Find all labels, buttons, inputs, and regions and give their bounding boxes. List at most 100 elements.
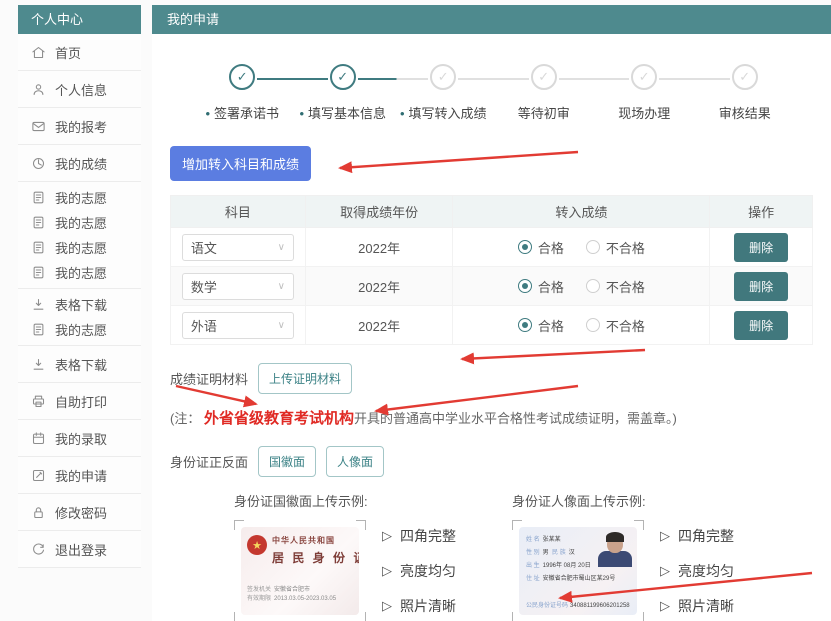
- chevron-down-icon: ∨: [277, 319, 285, 331]
- proof-material-row: 成绩证明材料 上传证明材料: [170, 363, 813, 394]
- radio-fail[interactable]: 不合格: [585, 238, 645, 257]
- subject-select[interactable]: 外语 ∨: [181, 311, 294, 339]
- step-bullet: •: [299, 106, 305, 121]
- page-title: 我的申请: [152, 5, 831, 34]
- card-validity-line: 有效期限 2013.03.05-2023.03.05: [247, 596, 337, 602]
- radio-pass[interactable]: 合格: [517, 277, 564, 296]
- sidebar-item-label: 表格下载: [55, 298, 108, 313]
- portrait-card-frame: 姓 名张某某 性 别男 民 族汉 出 生 1996年 08月 20日 住 址安徽省…: [512, 520, 644, 621]
- col-header-score: 转入成绩: [452, 195, 711, 228]
- delete-button[interactable]: 删除: [734, 271, 789, 301]
- national-emblem-icon: ★: [247, 535, 267, 555]
- doc-icon: [31, 190, 46, 205]
- sidebar-item-label: 自助打印: [55, 394, 108, 410]
- sidebar-item-label: 退出登录: [55, 542, 108, 558]
- sidebar-item-application[interactable]: 我的申请: [18, 457, 141, 494]
- sidebar-item-label: 我的录取: [55, 431, 108, 447]
- sidebar-item-admission[interactable]: 我的录取: [18, 420, 141, 457]
- download-icon: [31, 297, 46, 312]
- sidebar-item-volunteer-3[interactable]: 我的志愿: [18, 235, 141, 260]
- idcard-label: 身份证正反面: [170, 455, 249, 470]
- sidebar-item-label: 我的志愿: [55, 266, 108, 281]
- radio-selected-icon: [517, 240, 532, 254]
- sidebar-item-label: 表格下载: [55, 357, 108, 373]
- card-id-line: 公民身份证号码 340881199606201258: [526, 603, 630, 609]
- radio-unselected-icon: [585, 318, 600, 332]
- step-check-icon: ✓: [229, 64, 256, 90]
- doc-icon: [31, 322, 46, 337]
- step-label: 审核结果: [718, 106, 771, 121]
- step-check-icon: ✓: [430, 64, 457, 90]
- col-header-action: 操作: [709, 195, 813, 228]
- radio-selected-icon: [517, 279, 532, 293]
- sidebar-item-volunteer-1[interactable]: 我的志愿: [18, 185, 141, 210]
- sidebar-item-label: 首页: [55, 45, 82, 61]
- portrait-example-title: 身份证人像面上传示例:: [512, 494, 646, 509]
- sidebar-item-registration[interactable]: 我的报考: [18, 108, 141, 145]
- step-label: • 签署承诺书: [205, 106, 280, 121]
- step-check-icon: ✓: [631, 64, 658, 90]
- triangle-icon: ▷: [660, 598, 670, 613]
- main-content: 我的申请 ✓ • 签署承诺书 ✓ • 填写基本信息 ✓ • 填写转入成绩 ✓ 等…: [152, 5, 831, 621]
- chevron-down-icon: ∨: [277, 280, 285, 292]
- sidebar-item-label: 我的志愿: [55, 323, 108, 338]
- radio-fail[interactable]: 不合格: [585, 316, 645, 335]
- step-basic-info: ✓ • 填写基本信息: [293, 64, 428, 122]
- doc-icon: [31, 265, 46, 280]
- check-item: ▷ 四角完整: [660, 528, 734, 544]
- subject-select[interactable]: 语文 ∨: [181, 233, 294, 261]
- check-item: ▷ 亮度均匀: [660, 563, 734, 579]
- add-subject-button[interactable]: 增加转入科目和成绩: [170, 146, 312, 181]
- delete-button[interactable]: 删除: [734, 232, 789, 262]
- step-onsite-handling: ✓ 现场办理: [594, 64, 730, 122]
- upload-proof-button[interactable]: 上传证明材料: [258, 363, 353, 394]
- year-cell: 2022年: [304, 266, 454, 306]
- emblem-example-column: 身份证国徽面上传示例: ★ 中华人民共和国 居 民 身 份 证 签发机关 安徽省…: [234, 491, 526, 621]
- note-text: (注： 外省省级教育考试机构开具的普通高中学业水平合格性考试成绩证明，需盖章。): [170, 410, 677, 427]
- table-row: 语文 ∨ 2022年 合格 不合格 删除: [170, 227, 813, 267]
- idcard-emblem-image: ★ 中华人民共和国 居 民 身 份 证 签发机关 安徽省合肥市 有效期限 2013.…: [241, 527, 359, 615]
- radio-pass[interactable]: 合格: [517, 316, 564, 335]
- proof-material-label: 成绩证明材料: [170, 372, 249, 387]
- portrait-side-button[interactable]: 人像面: [326, 446, 385, 477]
- sidebar-item-change-password[interactable]: 修改密码: [18, 494, 141, 531]
- sidebar-title: 个人中心: [18, 5, 141, 34]
- subject-select[interactable]: 数学 ∨: [181, 272, 294, 300]
- sidebar-item-volunteer-5[interactable]: 我的志愿: [18, 317, 141, 342]
- idcard-row: 身份证正反面 国徽面 人像面: [170, 446, 813, 477]
- check-item: ▷ 四角完整: [382, 528, 456, 544]
- delete-button[interactable]: 删除: [734, 310, 789, 340]
- sidebar-item-volunteer-4[interactable]: 我的志愿: [18, 260, 141, 285]
- sidebar-item-volunteer-2[interactable]: 我的志愿: [18, 210, 141, 235]
- sidebar-item-home[interactable]: 首页: [18, 34, 141, 71]
- radio-pass[interactable]: 合格: [517, 238, 564, 257]
- check-item: ▷ 照片清晰: [382, 598, 456, 614]
- emblem-side-button[interactable]: 国徽面: [258, 446, 317, 477]
- page: 个人中心 首页 个人信息 我的报考 我的成绩 我的志愿 我的志愿 我的志愿 我的…: [0, 0, 831, 621]
- step-sign-pledge: ✓ • 签署承诺书: [192, 64, 328, 122]
- printer-icon: [31, 394, 46, 409]
- step-label: 等待初审: [517, 106, 570, 121]
- score-icon: [31, 156, 46, 171]
- sidebar-item-label: 我的志愿: [55, 216, 108, 231]
- sidebar-item-form-download-1[interactable]: 表格下载: [18, 292, 141, 317]
- table-header-row: 科目 取得成绩年份 转入成绩 操作: [170, 195, 813, 228]
- sidebar-item-label: 个人信息: [55, 82, 108, 98]
- sidebar-item-logout[interactable]: 退出登录: [18, 531, 141, 568]
- note-highlight: 外省省级教育考试机构: [203, 410, 354, 427]
- sidebar-item-form-download-2[interactable]: 表格下载: [18, 346, 141, 383]
- portrait-checklist: ▷ 四角完整 ▷ 亮度均匀 ▷ 照片清晰: [660, 520, 734, 621]
- scores-table: 科目 取得成绩年份 转入成绩 操作 语文 ∨ 2022年 合格 不合格 删除 数…: [170, 195, 813, 345]
- step-bullet: •: [205, 106, 211, 121]
- radio-fail[interactable]: 不合格: [585, 277, 645, 296]
- sidebar-item-scores[interactable]: 我的成绩: [18, 145, 141, 182]
- sidebar-item-profile[interactable]: 个人信息: [18, 71, 141, 108]
- portrait-example-column: 身份证人像面上传示例: 姓 名张某某 性 别男 民 族汉 出 生 1996年 08…: [512, 491, 804, 621]
- table-row: 数学 ∨ 2022年 合格 不合格 删除: [170, 266, 813, 306]
- portrait-avatar: [598, 532, 632, 581]
- triangle-icon: ▷: [382, 598, 392, 613]
- sidebar-item-self-print[interactable]: 自助打印: [18, 383, 141, 420]
- card-issuer-line: 签发机关 安徽省合肥市: [247, 587, 311, 593]
- triangle-icon: ▷: [660, 528, 670, 543]
- card-country-text: 中华人民共和国: [272, 536, 335, 545]
